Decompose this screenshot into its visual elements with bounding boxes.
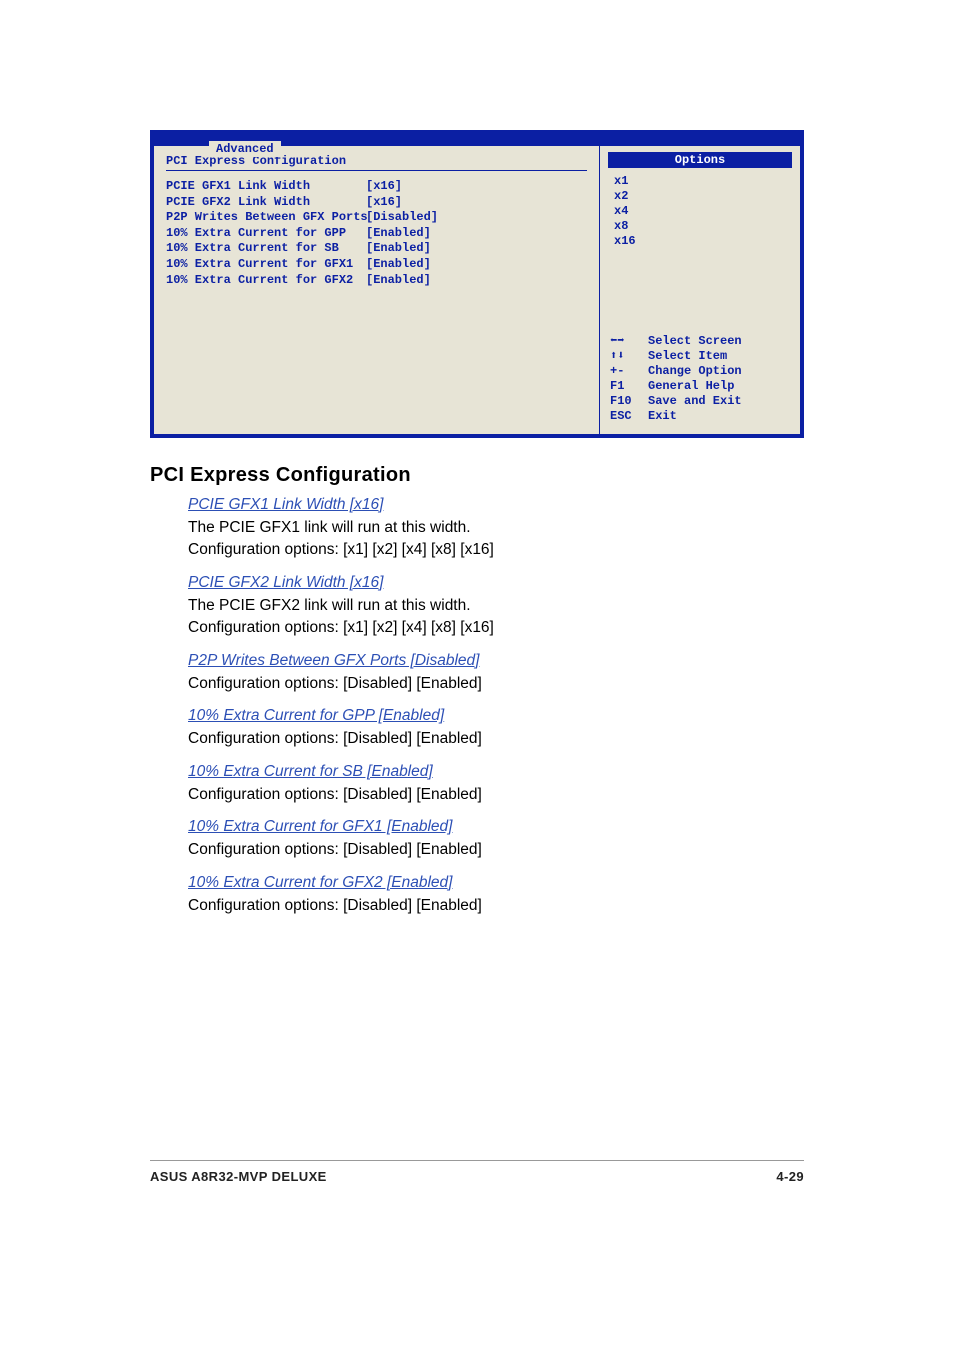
config-item: PCIE GFX1 Link Width [x16]The PCIE GFX1 … xyxy=(188,493,804,565)
bios-keyhelp-key: +- xyxy=(610,364,648,379)
config-item-desc: Configuration options: [Disabled] [Enabl… xyxy=(188,728,804,750)
page-footer: ASUS A8R32-MVP DELUXE 4-29 xyxy=(150,1160,804,1184)
footer-page-number: 4-29 xyxy=(776,1169,804,1184)
config-item: 10% Extra Current for GFX1 [Enabled]Conf… xyxy=(188,815,804,864)
bios-setting-label: PCIE GFX1 Link Width xyxy=(166,179,366,195)
bios-keyhelp-row: ⬅➡Select Screen xyxy=(610,334,792,349)
config-item-desc: The PCIE GFX2 link will run at this widt… xyxy=(188,595,804,617)
bios-keyhelp-text: Change Option xyxy=(648,364,742,379)
bios-keyhelp-row: ESCExit xyxy=(610,409,792,424)
config-item-desc: Configuration options: [x1] [x2] [x4] [x… xyxy=(188,539,804,561)
bios-keyhelp-text: Select Item xyxy=(648,349,727,364)
config-item-title: PCIE GFX2 Link Width [x16] xyxy=(188,571,804,595)
bios-setting-value: [Disabled] xyxy=(366,210,438,226)
bios-setting-value: [Enabled] xyxy=(366,241,431,257)
bios-keyhelp-text: General Help xyxy=(648,379,734,394)
bios-setting-label: 10% Extra Current for GFX2 xyxy=(166,273,366,289)
bios-setting-label: 10% Extra Current for SB xyxy=(166,241,366,257)
bios-setting-label: PCIE GFX2 Link Width xyxy=(166,195,366,211)
bios-option-item: x1 xyxy=(614,174,792,189)
config-item: 10% Extra Current for GFX2 [Enabled]Conf… xyxy=(188,871,804,920)
config-item-desc: Configuration options: [Disabled] [Enabl… xyxy=(188,673,804,695)
bios-setting-row: 10% Extra Current for GFX2[Enabled] xyxy=(166,273,587,289)
footer-product: ASUS A8R32-MVP DELUXE xyxy=(150,1169,327,1184)
bios-keyhelp-row: F1General Help xyxy=(610,379,792,394)
bios-keyhelp-key: ⬆⬇ xyxy=(610,349,648,364)
config-item-title: PCIE GFX1 Link Width [x16] xyxy=(188,493,804,517)
config-item: 10% Extra Current for SB [Enabled]Config… xyxy=(188,760,804,809)
config-item-desc: Configuration options: [x1] [x2] [x4] [x… xyxy=(188,617,804,639)
config-item-title: 10% Extra Current for GPP [Enabled] xyxy=(188,704,804,728)
bios-keyhelp-key: ⬅➡ xyxy=(610,334,648,349)
bios-keyhelp-key: F10 xyxy=(610,394,648,409)
bios-setting-row: P2P Writes Between GFX Ports[Disabled] xyxy=(166,210,587,226)
config-item: P2P Writes Between GFX Ports [Disabled]C… xyxy=(188,649,804,698)
config-item-desc: Configuration options: [Disabled] [Enabl… xyxy=(188,784,804,806)
bios-setting-value: [Enabled] xyxy=(366,257,431,273)
bios-side-panel: Options x1x2x4x8x16 ⬅➡Select Screen⬆⬇Sel… xyxy=(600,146,800,434)
bios-setting-row: PCIE GFX1 Link Width[x16] xyxy=(166,179,587,195)
bios-options-title: Options xyxy=(608,152,792,168)
config-item: PCIE GFX2 Link Width [x16]The PCIE GFX2 … xyxy=(188,571,804,643)
bios-option-item: x16 xyxy=(614,234,792,249)
config-item-desc: The PCIE GFX1 link will run at this widt… xyxy=(188,517,804,539)
bios-keyhelp-text: Save and Exit xyxy=(648,394,742,409)
bios-keyhelp-row: ⬆⬇Select Item xyxy=(610,349,792,364)
config-item-title: 10% Extra Current for GFX2 [Enabled] xyxy=(188,871,804,895)
config-item-title: 10% Extra Current for GFX1 [Enabled] xyxy=(188,815,804,839)
config-item-title: P2P Writes Between GFX Ports [Disabled] xyxy=(188,649,804,673)
bios-keyhelp-key: F1 xyxy=(610,379,648,394)
bios-setting-row: PCIE GFX2 Link Width[x16] xyxy=(166,195,587,211)
bios-option-item: x2 xyxy=(614,189,792,204)
bios-keyhelp-text: Exit xyxy=(648,409,677,424)
bios-setting-label: 10% Extra Current for GPP xyxy=(166,226,366,242)
bios-settings-list: PCIE GFX1 Link Width[x16]PCIE GFX2 Link … xyxy=(166,179,587,288)
bios-option-item: x4 xyxy=(614,204,792,219)
bios-setting-row: 10% Extra Current for GFX1[Enabled] xyxy=(166,257,587,273)
bios-screenshot: Advanced PCI Express Configuration PCIE … xyxy=(150,130,804,438)
bios-keyhelp-row: F10Save and Exit xyxy=(610,394,792,409)
bios-setting-label: 10% Extra Current for GFX1 xyxy=(166,257,366,273)
bios-keyhelp-row: +-Change Option xyxy=(610,364,792,379)
bios-tab-advanced: Advanced xyxy=(209,141,281,157)
bios-setting-value: [Enabled] xyxy=(366,273,431,289)
bios-setting-label: P2P Writes Between GFX Ports xyxy=(166,210,366,226)
bios-options-list: x1x2x4x8x16 xyxy=(614,174,792,294)
config-item-title: 10% Extra Current for SB [Enabled] xyxy=(188,760,804,784)
bios-setting-row: 10% Extra Current for SB[Enabled] xyxy=(166,241,587,257)
bios-keyhelp: ⬅➡Select Screen⬆⬇Select Item+-Change Opt… xyxy=(610,334,792,424)
bios-setting-value: [Enabled] xyxy=(366,226,431,242)
bios-setting-row: 10% Extra Current for GPP[Enabled] xyxy=(166,226,587,242)
config-item-desc: Configuration options: [Disabled] [Enabl… xyxy=(188,839,804,861)
bios-option-item: x8 xyxy=(614,219,792,234)
bios-main-panel: PCI Express Configuration PCIE GFX1 Link… xyxy=(154,146,600,434)
bios-keyhelp-key: ESC xyxy=(610,409,648,424)
bios-setting-value: [x16] xyxy=(366,179,402,195)
config-item: 10% Extra Current for GPP [Enabled]Confi… xyxy=(188,704,804,753)
section-heading: PCI Express Configuration xyxy=(150,464,804,487)
bios-keyhelp-text: Select Screen xyxy=(648,334,742,349)
bios-setting-value: [x16] xyxy=(366,195,402,211)
config-item-desc: Configuration options: [Disabled] [Enabl… xyxy=(188,895,804,917)
